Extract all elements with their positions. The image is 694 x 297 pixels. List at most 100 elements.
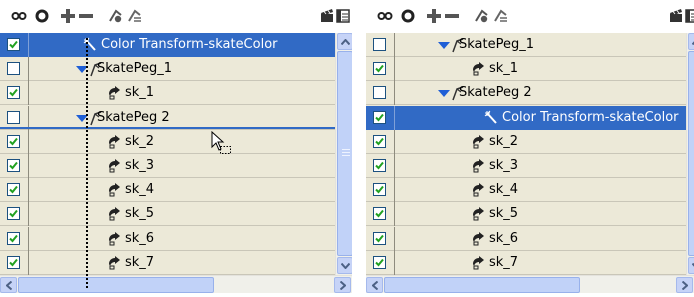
layer-visibility-checkbox[interactable] xyxy=(373,134,386,148)
collapse-peg-icon[interactable] xyxy=(126,8,144,24)
drawing-layer-icon xyxy=(471,158,487,174)
horizontal-scroll-thumb[interactable] xyxy=(18,277,214,293)
drawing-layer-icon xyxy=(471,206,487,222)
layer-visibility-checkbox[interactable] xyxy=(373,231,386,245)
layer-row[interactable]: sk_4 xyxy=(366,178,686,203)
column-divider xyxy=(28,81,29,106)
layer-row[interactable]: sk_5 xyxy=(0,202,335,227)
drawing-layer-icon xyxy=(471,61,487,77)
layer-row[interactable]: SkatePeg_1 xyxy=(366,33,686,57)
column-divider xyxy=(28,178,29,203)
horizontal-scrollbar[interactable] xyxy=(0,275,352,293)
column-divider xyxy=(394,202,395,227)
column-divider xyxy=(394,81,395,106)
layer-row[interactable]: sk_6 xyxy=(0,226,335,251)
layer-name: sk_4 xyxy=(125,182,155,198)
menu-icon[interactable] xyxy=(683,8,694,24)
layer-visibility-checkbox[interactable] xyxy=(7,231,20,245)
column-divider xyxy=(394,178,395,203)
layer-name: sk_1 xyxy=(489,61,519,77)
scroll-right-button[interactable] xyxy=(334,277,351,293)
layer-visibility-checkbox[interactable] xyxy=(7,255,20,269)
layer-visibility-checkbox[interactable] xyxy=(7,183,20,197)
scroll-thumb[interactable] xyxy=(688,51,694,256)
collapse-peg-icon[interactable] xyxy=(492,8,510,24)
scroll-thumb[interactable] xyxy=(337,51,352,256)
layer-row[interactable]: sk_2 xyxy=(366,129,686,154)
scroll-down-button[interactable] xyxy=(337,257,352,274)
layer-row[interactable]: sk_7 xyxy=(366,250,686,275)
layer-visibility-checkbox[interactable] xyxy=(373,86,386,100)
layer-toolbar xyxy=(0,0,352,32)
add-peg-icon[interactable] xyxy=(473,8,491,24)
column-divider xyxy=(394,250,395,275)
layer-row[interactable]: sk_1 xyxy=(366,57,686,82)
vertical-scrollbar[interactable] xyxy=(335,33,352,275)
layer-name: sk_7 xyxy=(489,254,519,270)
layer-visibility-checkbox[interactable] xyxy=(373,159,386,172)
circle-icon[interactable] xyxy=(33,8,51,24)
column-divider xyxy=(28,226,29,251)
layer-name: SkatePeg 2 xyxy=(459,85,532,101)
scroll-down-button[interactable] xyxy=(688,257,694,274)
layer-row[interactable]: sk_6 xyxy=(366,226,686,251)
layer-name: sk_2 xyxy=(125,133,155,149)
timeline-layers-panel-right: SkatePeg_1 sk_1 SkatePeg 2 Color Transform-… xyxy=(366,0,694,297)
layer-visibility-checkbox[interactable] xyxy=(7,62,20,76)
remove-icon[interactable] xyxy=(77,8,95,24)
add-peg-icon[interactable] xyxy=(107,8,125,24)
horizontal-scrollbar[interactable] xyxy=(366,275,694,293)
layer-visibility-checkbox[interactable] xyxy=(7,110,20,124)
column-divider xyxy=(28,33,29,57)
layer-visibility-checkbox[interactable] xyxy=(373,62,386,76)
layer-row[interactable]: sk_4 xyxy=(0,178,335,203)
column-divider xyxy=(394,33,395,57)
layer-visibility-checkbox[interactable] xyxy=(7,134,20,148)
layer-row[interactable]: Color Transform-skateColor xyxy=(366,105,686,130)
layer-name: sk_7 xyxy=(125,254,155,270)
horizontal-scroll-thumb[interactable] xyxy=(384,277,580,293)
circle-icon[interactable] xyxy=(399,8,417,24)
add-icon[interactable] xyxy=(425,8,443,24)
layer-row[interactable]: Color Transform-skateColor xyxy=(0,33,335,57)
vertical-scrollbar[interactable] xyxy=(686,33,694,275)
column-divider xyxy=(28,202,29,227)
drawing-layer-icon xyxy=(471,182,487,198)
scroll-up-button[interactable] xyxy=(337,33,352,50)
layer-name: SkatePeg 2 xyxy=(97,109,170,125)
layer-row[interactable]: SkatePeg_1 xyxy=(0,57,335,82)
layer-row[interactable]: sk_1 xyxy=(0,81,335,106)
link-icon[interactable] xyxy=(376,8,394,24)
drawing-layer-icon xyxy=(471,231,487,247)
layer-visibility-checkbox[interactable] xyxy=(7,86,20,100)
layer-visibility-checkbox[interactable] xyxy=(373,207,386,221)
layer-row[interactable]: SkatePeg 2 xyxy=(0,105,335,130)
layer-name: sk_1 xyxy=(125,85,155,101)
layer-row[interactable]: sk_2 xyxy=(0,129,335,154)
layer-name: sk_3 xyxy=(125,158,155,173)
layer-visibility-checkbox[interactable] xyxy=(373,183,386,197)
layer-visibility-checkbox[interactable] xyxy=(373,255,386,269)
scroll-left-button[interactable] xyxy=(366,277,383,293)
layer-row[interactable]: SkatePeg 2 xyxy=(366,81,686,106)
drag-cursor-icon xyxy=(211,130,233,159)
scroll-right-button[interactable] xyxy=(676,277,693,293)
layer-visibility-checkbox[interactable] xyxy=(373,110,386,124)
layer-visibility-checkbox[interactable] xyxy=(7,159,20,172)
layer-row[interactable]: sk_7 xyxy=(0,250,335,275)
add-icon[interactable] xyxy=(59,8,77,24)
layer-visibility-checkbox[interactable] xyxy=(373,38,386,51)
layer-visibility-checkbox[interactable] xyxy=(7,207,20,221)
remove-icon[interactable] xyxy=(443,8,461,24)
drawing-layer-icon xyxy=(471,134,487,150)
scroll-left-button[interactable] xyxy=(0,277,17,293)
scroll-up-button[interactable] xyxy=(688,33,694,50)
layer-row[interactable]: sk_3 xyxy=(366,154,686,178)
layer-row[interactable]: sk_3 xyxy=(0,154,335,178)
layer-visibility-checkbox[interactable] xyxy=(7,38,20,51)
layer-row[interactable]: sk_5 xyxy=(366,202,686,227)
menu-icon[interactable] xyxy=(334,8,352,24)
column-divider xyxy=(394,226,395,251)
link-icon[interactable] xyxy=(10,8,28,24)
drawing-layer-icon xyxy=(107,206,123,222)
